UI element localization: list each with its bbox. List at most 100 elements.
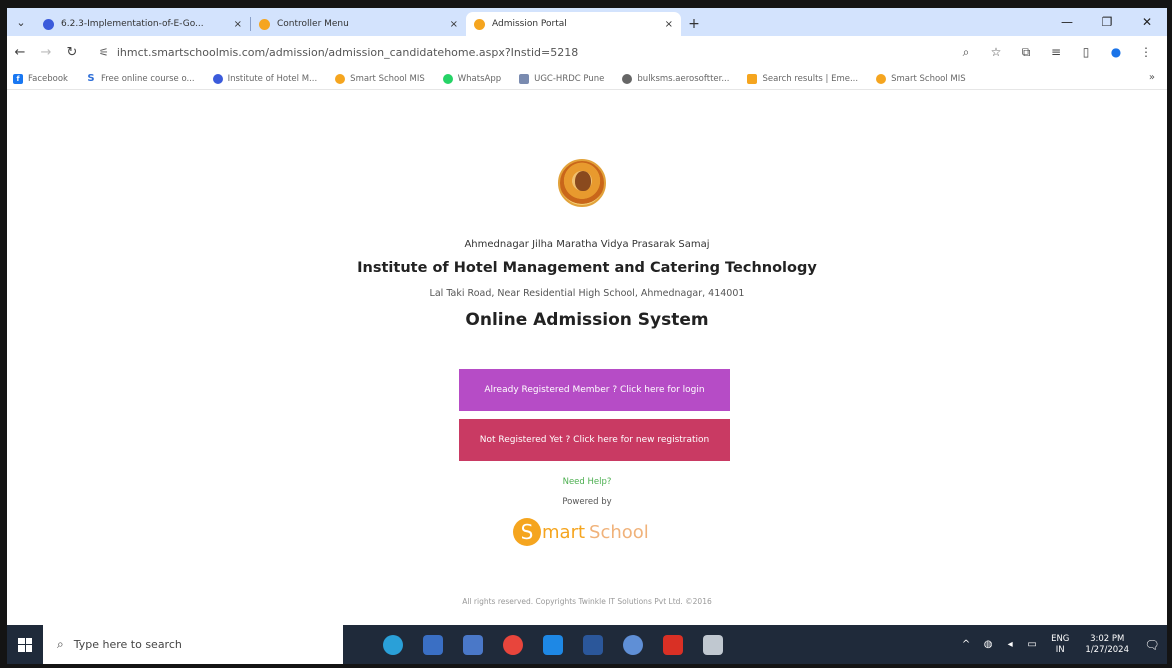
screen: ⌄ 6.2.3-Implementation-of-E-Go... × Cont…	[7, 8, 1167, 664]
login-button[interactable]: Already Registered Member ? Click here f…	[459, 369, 730, 411]
lang-bottom: IN	[1055, 644, 1065, 655]
back-icon[interactable]: ←	[7, 45, 33, 60]
smartschool-icon	[876, 73, 887, 84]
system-tray: ^ ◍ ◂ ▭ ENG IN 3:02 PM 1/27/2024 🗨	[955, 625, 1167, 664]
store-icon[interactable]	[453, 625, 493, 664]
new-tab-button[interactable]: +	[681, 12, 707, 36]
browser-active-icon[interactable]	[613, 625, 653, 664]
bookmark-label: WhatsApp	[457, 73, 502, 84]
logo-portrait	[575, 171, 591, 191]
taskbar-search[interactable]: ⌕ Type here to search	[43, 625, 343, 664]
bookmark-item[interactable]: S Free online course o...	[86, 73, 194, 84]
bookmark-label: Facebook	[28, 73, 68, 84]
pdf-reader-icon[interactable]	[653, 625, 693, 664]
bookmark-star-icon[interactable]: ☆	[981, 45, 1011, 59]
institute-name: Institute of Hotel Management and Cateri…	[357, 260, 817, 276]
reload-icon[interactable]: ↻	[59, 45, 85, 60]
clock-time: 3:02 PM	[1090, 633, 1125, 644]
minimize-icon[interactable]: —	[1047, 8, 1087, 36]
close-tab-icon[interactable]: ×	[450, 19, 458, 30]
toolbar-icons: ⌕ ☆ ⧉ ≡ ▯ ● ⋮	[951, 45, 1161, 60]
windows-taskbar: ⌕ Type here to search ^ ◍ ◂ ▭ ENG IN 3:0…	[7, 625, 1167, 664]
org-name: Ahmednagar Jilha Maratha Vidya Prasarak …	[464, 239, 710, 250]
bookmark-item[interactable]: f Facebook	[13, 73, 68, 84]
start-button[interactable]	[7, 625, 43, 664]
address-bar[interactable]: ⚟ ihmct.smartschoolmis.com/admission/adm…	[93, 40, 943, 64]
bookmarks-overflow-icon[interactable]: »	[1149, 72, 1155, 83]
zoom-icon[interactable]: ⌕	[951, 45, 981, 60]
edge-icon[interactable]	[373, 625, 413, 664]
search-results-icon	[747, 73, 758, 84]
bookmark-label: bulksms.aerosoftter...	[637, 73, 730, 84]
bookmark-label: Institute of Hotel M...	[227, 73, 318, 84]
tab-favicon-icon	[474, 18, 485, 30]
institute-logo	[558, 159, 606, 207]
paint-icon[interactable]	[693, 625, 733, 664]
side-panel-icon[interactable]: ▯	[1071, 45, 1101, 59]
register-button[interactable]: Not Registered Yet ? Click here for new …	[459, 419, 730, 461]
tab-implementation[interactable]: 6.2.3-Implementation-of-E-Go... ×	[35, 12, 250, 36]
course-site-icon: S	[87, 73, 95, 84]
site-info-icon[interactable]: ⚟	[99, 46, 109, 59]
forward-icon[interactable]: →	[33, 45, 59, 60]
brand-s: S	[513, 518, 541, 546]
bookmark-item[interactable]: Institute of Hotel M...	[212, 73, 318, 84]
copyright-text: All rights reserved. Copyrights Twinkle …	[462, 597, 712, 606]
chevron-up-icon[interactable]: ^	[958, 639, 974, 650]
smartschool-logo: S mart School	[513, 515, 683, 549]
restore-icon[interactable]: ❐	[1087, 8, 1127, 36]
bookmark-item[interactable]: Search results | Eme...	[747, 73, 859, 84]
search-placeholder: Type here to search	[73, 638, 182, 651]
powered-by-label: Powered by	[562, 497, 612, 507]
tab-search-icon[interactable]: ⌄	[7, 8, 35, 36]
extensions-icon[interactable]: ⧉	[1011, 45, 1041, 60]
word-icon[interactable]	[573, 625, 613, 664]
bookmark-label: Smart School MIS	[891, 73, 966, 84]
globe-icon	[622, 73, 633, 84]
bookmark-item[interactable]: Smart School MIS	[876, 73, 966, 84]
lang-top: ENG	[1051, 633, 1070, 644]
window-controls: — ❐ ✕	[1047, 8, 1167, 36]
institute-address: Lal Taki Road, Near Residential High Sch…	[429, 288, 745, 299]
task-view-icon[interactable]	[413, 625, 453, 664]
close-tab-icon[interactable]: ×	[234, 19, 242, 30]
windows-logo-icon	[18, 637, 32, 652]
facebook-icon: f	[13, 73, 23, 84]
mail-icon[interactable]	[533, 625, 573, 664]
bookmark-item[interactable]: Smart School MIS	[335, 73, 425, 84]
browser-tab-strip: ⌄ 6.2.3-Implementation-of-E-Go... × Cont…	[7, 8, 1167, 36]
menu-icon[interactable]: ⋮	[1131, 45, 1161, 59]
tab-controller-menu[interactable]: Controller Menu ×	[251, 12, 466, 36]
language-indicator[interactable]: ENG IN	[1051, 634, 1069, 656]
bookmarks-bar: f Facebook S Free online course o... Ins…	[7, 68, 1167, 90]
chrome-icon[interactable]	[493, 625, 533, 664]
bookmark-item[interactable]: UGC-HRDC Pune	[519, 73, 605, 84]
page-title: Online Admission System	[465, 310, 709, 330]
tab-admission-portal[interactable]: Admission Portal ×	[466, 12, 681, 36]
tab-title: Admission Portal	[492, 19, 567, 29]
close-window-icon[interactable]: ✕	[1127, 8, 1167, 36]
brand-school: School	[589, 521, 649, 543]
url-text: ihmct.smartschoolmis.com/admission/admis…	[116, 45, 579, 59]
volume-icon[interactable]: ◂	[1002, 639, 1018, 650]
tab-favicon-icon	[43, 18, 54, 30]
reading-list-icon[interactable]: ≡	[1041, 45, 1071, 59]
clock[interactable]: 3:02 PM 1/27/2024	[1085, 634, 1129, 656]
brand-mart: mart	[542, 521, 586, 543]
need-help-link[interactable]: Need Help?	[7, 477, 1167, 487]
ugc-icon	[519, 73, 530, 84]
bookmark-label: UGC-HRDC Pune	[534, 73, 605, 84]
display-icon[interactable]: ▭	[1024, 639, 1040, 650]
tab-title: 6.2.3-Implementation-of-E-Go...	[61, 19, 204, 29]
close-tab-icon[interactable]: ×	[665, 19, 673, 30]
taskbar-apps	[373, 625, 733, 664]
profile-icon[interactable]: ●	[1101, 45, 1131, 59]
notification-icon[interactable]: 🗨	[1137, 638, 1167, 652]
bookmark-label: Search results | Eme...	[762, 73, 859, 84]
bookmark-item[interactable]: bulksms.aerosoftter...	[622, 73, 730, 84]
admission-page: Ahmednagar Jilha Maratha Vidya Prasarak …	[7, 91, 1167, 625]
network-icon[interactable]: ◍	[980, 639, 996, 650]
bookmark-item[interactable]: WhatsApp	[442, 73, 502, 84]
tab-title: Controller Menu	[277, 19, 349, 29]
smartschool-icon	[335, 73, 346, 84]
